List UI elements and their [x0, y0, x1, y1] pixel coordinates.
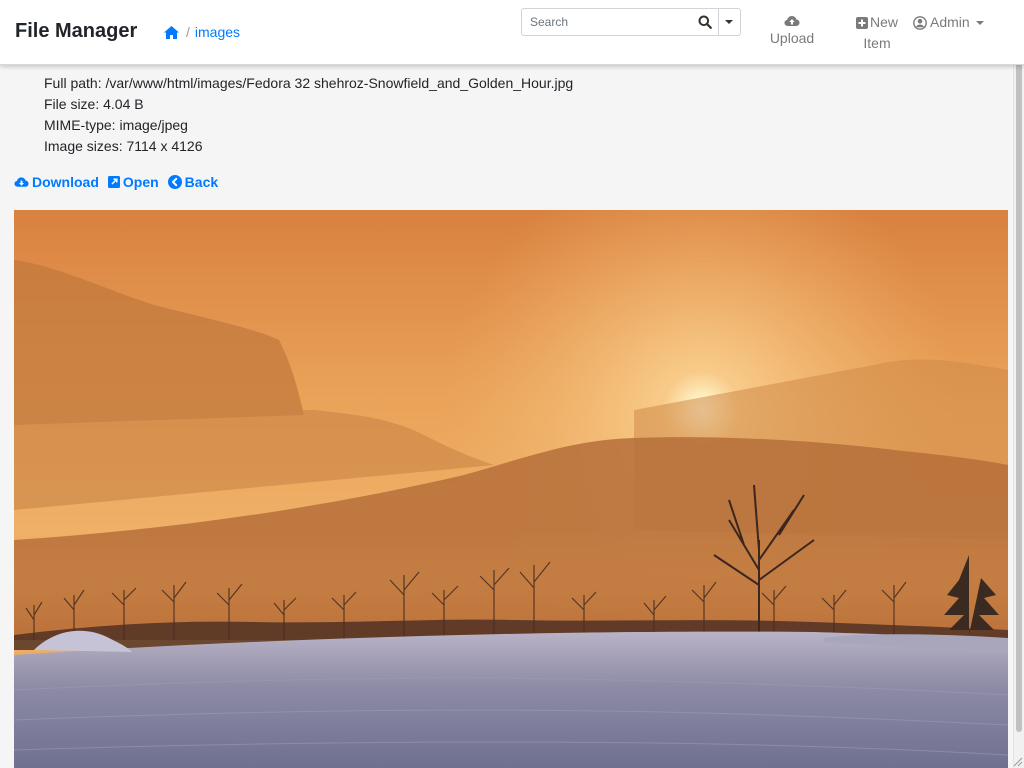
new-item-label-line1: New: [869, 14, 898, 30]
upload-button[interactable]: Upload: [766, 12, 818, 49]
app-title[interactable]: File Manager: [15, 20, 137, 43]
new-item-button[interactable]: New Item: [853, 12, 901, 54]
image-preview: [14, 210, 1008, 768]
breadcrumb: / images: [163, 24, 240, 40]
back-label: Back: [184, 174, 219, 190]
search-dropdown-button[interactable]: [717, 9, 740, 35]
download-link[interactable]: Download: [14, 174, 99, 190]
upload-label: Upload: [769, 30, 815, 46]
admin-menu[interactable]: Admin: [913, 12, 984, 33]
back-link[interactable]: Back: [167, 174, 219, 190]
chevron-circle-left-icon: [167, 175, 182, 189]
file-image-sizes: Image sizes: 7114 x 4126: [44, 138, 203, 154]
file-size: File size: 4.04 B: [44, 96, 144, 112]
search-group: [521, 8, 741, 36]
breadcrumb-separator: /: [186, 24, 190, 40]
user-circle-icon: [913, 15, 927, 30]
search-button[interactable]: [693, 9, 718, 35]
open-label: Open: [122, 174, 159, 190]
admin-label: Admin: [930, 14, 970, 30]
scrollbar-thumb[interactable]: [1016, 16, 1022, 732]
search-input[interactable]: [522, 9, 693, 35]
file-full-path: Full path: /var/www/html/images/Fedora 3…: [44, 75, 574, 91]
chevron-down-icon: [975, 20, 984, 25]
cloud-download-icon: [14, 177, 29, 187]
file-mime-type: MIME-type: image/jpeg: [44, 117, 188, 133]
file-info: Full path: /var/www/html/images/Fedora 3…: [44, 73, 573, 157]
home-icon[interactable]: [163, 25, 180, 40]
download-label: Download: [32, 174, 99, 190]
file-actions: Download Open Back: [14, 174, 218, 190]
breadcrumb-current[interactable]: images: [195, 24, 240, 40]
top-navbar: File Manager / images Upload: [0, 0, 1024, 65]
plus-square-icon: [855, 16, 868, 29]
search-icon: [698, 15, 713, 29]
external-link-icon: [107, 176, 120, 188]
page-scrollbar[interactable]: [1013, 0, 1024, 768]
chevron-down-icon: [725, 20, 734, 24]
resize-grip-icon: [1013, 757, 1023, 767]
cloud-upload-icon: [766, 12, 818, 28]
open-link[interactable]: Open: [107, 174, 159, 190]
new-item-label-line2: Item: [863, 35, 891, 51]
